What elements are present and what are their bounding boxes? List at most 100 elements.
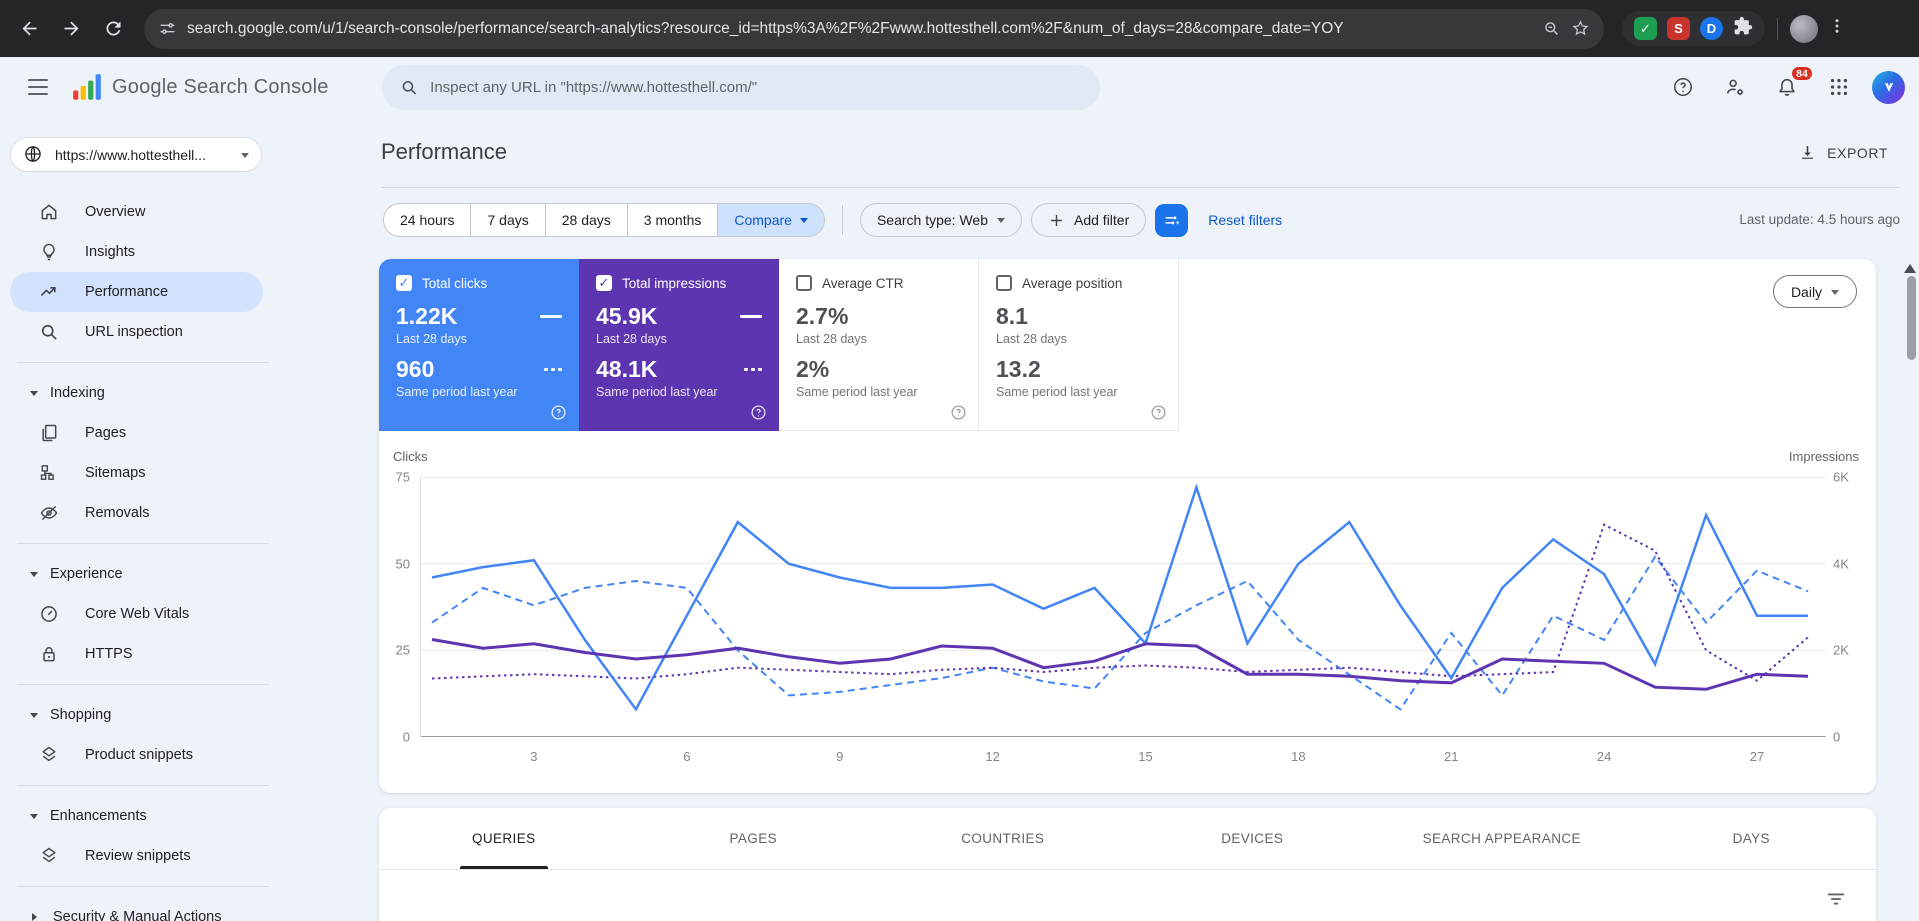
metric-sublabel: Last 28 days bbox=[796, 332, 867, 346]
compare-button[interactable]: Compare bbox=[717, 203, 825, 237]
range-24-hours[interactable]: 24 hours bbox=[383, 203, 472, 237]
sidebar-item-url-inspection[interactable]: URL inspection bbox=[0, 312, 295, 352]
granularity-label: Daily bbox=[1790, 283, 1823, 300]
hamburger-menu-icon[interactable] bbox=[18, 67, 58, 107]
metric-value-previous: 960 bbox=[396, 356, 435, 382]
right-axis-title: Impressions bbox=[1788, 449, 1859, 464]
notifications-button[interactable]: 84 bbox=[1768, 65, 1814, 106]
site-settings-icon[interactable] bbox=[158, 19, 177, 38]
tab-countries[interactable]: COUNTRIES bbox=[878, 808, 1128, 869]
sidebar-item-product-snippets[interactable]: Product snippets bbox=[0, 735, 295, 775]
metric-card-average-ctr[interactable]: Average CTR 2.7% Last 28 days 2% Same pe… bbox=[779, 259, 979, 431]
range-7-days[interactable]: 7 days bbox=[470, 203, 546, 237]
sidebar-section-shopping[interactable]: Shopping bbox=[0, 695, 295, 735]
metric-cards-row: ✓ Total clicks 1.22K Last 28 days 960 Sam… bbox=[379, 259, 1876, 431]
metric-checkbox[interactable] bbox=[796, 275, 812, 291]
sidebar-section-indexing[interactable]: Indexing bbox=[0, 373, 295, 413]
metric-card-total-impressions[interactable]: ✓ Total impressions 45.9K Last 28 days 48… bbox=[579, 259, 779, 431]
range-3-months[interactable]: 3 months bbox=[626, 203, 719, 237]
extensions-puzzle-icon[interactable] bbox=[1733, 16, 1753, 41]
metric-value-current: 8.1 bbox=[996, 303, 1028, 329]
metric-value-current: 45.9K bbox=[596, 303, 658, 329]
sidebar-item-pages[interactable]: Pages bbox=[0, 413, 295, 453]
help-icon[interactable] bbox=[950, 404, 967, 421]
metric-label: Average position bbox=[1022, 275, 1123, 291]
metric-label: Average CTR bbox=[822, 275, 904, 291]
chart-series bbox=[431, 554, 1809, 711]
inspect-url-input[interactable] bbox=[430, 79, 1082, 96]
help-icon[interactable] bbox=[550, 404, 567, 421]
extension-icon-1[interactable]: ✓ bbox=[1634, 17, 1657, 40]
help-icon bbox=[1674, 78, 1692, 96]
metric-checkbox[interactable]: ✓ bbox=[396, 275, 412, 291]
help-button[interactable] bbox=[1664, 68, 1702, 106]
chevron-right-icon bbox=[32, 913, 41, 921]
eye-off-icon bbox=[38, 503, 59, 524]
metric-card-average-position[interactable]: Average position 8.1 Last 28 days 13.2 S… bbox=[979, 259, 1179, 431]
property-label: https://www.hottesthell... bbox=[55, 146, 206, 163]
reload-button[interactable] bbox=[94, 10, 132, 48]
extension-icon-3[interactable]: D bbox=[1700, 17, 1723, 40]
browser-profile-avatar[interactable] bbox=[1790, 14, 1818, 43]
sidebar-item-core-web-vitals[interactable]: Core Web Vitals bbox=[0, 594, 295, 634]
sidebar-item-insights[interactable]: Insights bbox=[0, 232, 295, 272]
url-bar[interactable]: search.google.com/u/1/search-console/per… bbox=[144, 8, 1604, 49]
search-type-button[interactable]: Search type: Web bbox=[859, 203, 1022, 237]
dimensions-table-card: QUERIES PAGES COUNTRIES DEVICES SEARCH A… bbox=[379, 808, 1876, 921]
table-filter-icon[interactable] bbox=[1825, 888, 1847, 915]
forward-button[interactable] bbox=[52, 10, 90, 48]
sidebar-item-performance[interactable]: Performance bbox=[10, 272, 263, 312]
sidebar-item-overview[interactable]: Overview bbox=[0, 192, 295, 232]
sidebar-item-label: Review snippets bbox=[85, 848, 191, 864]
bookmark-star-icon[interactable] bbox=[1571, 19, 1590, 38]
sidebar: https://www.hottesthell... Overview Insi… bbox=[0, 117, 295, 921]
sidebar-item-removals[interactable]: Removals bbox=[0, 493, 295, 533]
help-icon[interactable] bbox=[750, 404, 767, 421]
tab-devices[interactable]: DEVICES bbox=[1128, 808, 1378, 869]
performance-chart-card: ✓ Total clicks 1.22K Last 28 days 960 Sam… bbox=[379, 259, 1876, 793]
google-apps-button[interactable] bbox=[1820, 68, 1858, 106]
export-button[interactable]: EXPORT bbox=[1798, 143, 1888, 162]
tab-queries[interactable]: QUERIES bbox=[379, 808, 629, 869]
left-axis-title: Clicks bbox=[393, 449, 428, 464]
account-avatar[interactable] bbox=[1872, 70, 1905, 104]
metric-card-total-clicks[interactable]: ✓ Total clicks 1.22K Last 28 days 960 Sam… bbox=[379, 259, 579, 431]
reset-filters-link[interactable]: Reset filters bbox=[1208, 212, 1282, 228]
granularity-dropdown[interactable]: Daily bbox=[1773, 275, 1857, 308]
sidebar-section-experience[interactable]: Experience bbox=[0, 554, 295, 594]
inspect-url-searchbox[interactable] bbox=[382, 65, 1100, 110]
range-28-days[interactable]: 28 days bbox=[544, 203, 628, 237]
tab-days[interactable]: DAYS bbox=[1627, 808, 1877, 869]
scrollbar-thumb[interactable] bbox=[1907, 276, 1916, 360]
zoom-icon[interactable] bbox=[1542, 19, 1561, 38]
axis-tick-label: 12 bbox=[985, 749, 1000, 764]
filter-settings-button[interactable] bbox=[1155, 203, 1189, 237]
metric-value-previous: 48.1K bbox=[596, 356, 658, 382]
extension-icon-2[interactable]: S bbox=[1667, 17, 1690, 40]
date-range-segmented: 24 hours 7 days 28 days 3 months Compare bbox=[383, 203, 825, 237]
browser-menu-icon[interactable] bbox=[1828, 17, 1846, 40]
property-selector[interactable]: https://www.hottesthell... bbox=[10, 137, 262, 172]
back-button[interactable] bbox=[10, 10, 48, 48]
sidebar-item-review-snippets[interactable]: Review snippets bbox=[0, 836, 295, 876]
section-label: Shopping bbox=[50, 707, 112, 723]
axis-tick-label: 3 bbox=[530, 749, 538, 764]
sidebar-item-label: HTTPS bbox=[85, 646, 133, 662]
metric-sublabel: Same period last year bbox=[596, 385, 718, 399]
metric-checkbox[interactable] bbox=[996, 275, 1012, 291]
app-header: Google Search Console 84 bbox=[0, 57, 1919, 117]
sidebar-item-https[interactable]: HTTPS bbox=[0, 634, 295, 674]
tab-search-appearance[interactable]: SEARCH APPEARANCE bbox=[1377, 808, 1627, 869]
sidebar-item-label: Pages bbox=[85, 425, 127, 441]
tab-pages[interactable]: PAGES bbox=[629, 808, 879, 869]
user-settings-button[interactable] bbox=[1716, 68, 1754, 106]
add-filter-button[interactable]: Add filter bbox=[1031, 203, 1147, 237]
scrollbar-up-arrow[interactable] bbox=[1904, 258, 1916, 273]
sidebar-item-sitemaps[interactable]: Sitemaps bbox=[0, 453, 295, 493]
sidebar-section-security[interactable]: Security & Manual Actions bbox=[0, 897, 295, 921]
filter-row: 24 hours 7 days 28 days 3 months Compare… bbox=[383, 203, 1282, 237]
metric-checkbox[interactable]: ✓ bbox=[596, 275, 612, 291]
sidebar-section-enhancements[interactable]: Enhancements bbox=[0, 796, 295, 836]
help-icon[interactable] bbox=[1150, 404, 1167, 421]
performance-chart[interactable] bbox=[420, 477, 1826, 737]
